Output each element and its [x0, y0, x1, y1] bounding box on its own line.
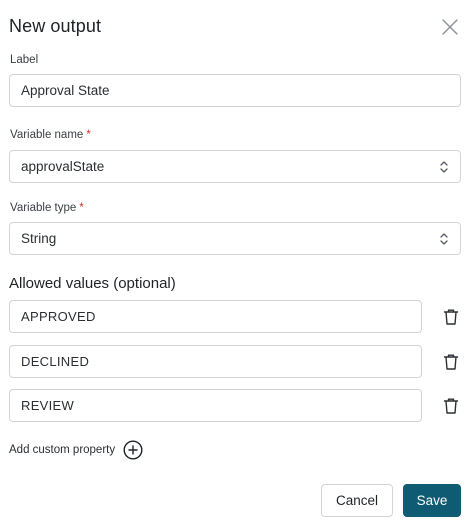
variable-type-value: String	[21, 231, 57, 246]
trash-icon[interactable]	[443, 308, 459, 326]
cancel-button[interactable]: Cancel	[321, 484, 393, 517]
variable-name-value: approvalState	[21, 159, 105, 174]
label-input[interactable]: Approval State	[9, 74, 461, 107]
close-icon[interactable]	[440, 17, 460, 37]
variable-name-label: Variable name *	[10, 129, 91, 141]
allowed-values-title: Allowed values (optional)	[9, 275, 176, 292]
label-input-value: Approval State	[21, 83, 110, 98]
chevron-updown-icon	[439, 232, 449, 246]
variable-name-select[interactable]: approvalState	[9, 150, 461, 183]
trash-icon[interactable]	[443, 397, 459, 415]
variable-type-label: Variable type *	[10, 202, 84, 214]
required-marker: *	[79, 202, 84, 214]
variable-type-label-text: Variable type	[10, 202, 77, 214]
allowed-value-text: APPROVED	[21, 309, 96, 324]
add-custom-property-label: Add custom property	[9, 444, 116, 456]
chevron-updown-icon	[439, 160, 449, 174]
add-custom-property-button[interactable]: Add custom property	[9, 439, 143, 461]
label-field-label: Label	[10, 54, 39, 66]
allowed-value-text: REVIEW	[21, 398, 75, 413]
variable-type-select[interactable]: String	[9, 222, 461, 255]
allowed-value-input[interactable]: DECLINED	[9, 345, 422, 378]
dialog-title: New output	[9, 16, 102, 36]
plus-circle-icon	[123, 440, 143, 460]
required-marker: *	[86, 129, 91, 141]
trash-icon[interactable]	[443, 353, 459, 371]
save-button[interactable]: Save	[403, 484, 461, 517]
new-output-dialog: New output Label Approval State Variable…	[0, 0, 474, 531]
allowed-value-text: DECLINED	[21, 354, 90, 369]
variable-name-label-text: Variable name	[10, 129, 84, 141]
allowed-value-input[interactable]: APPROVED	[9, 300, 422, 333]
allowed-value-input[interactable]: REVIEW	[9, 389, 422, 422]
